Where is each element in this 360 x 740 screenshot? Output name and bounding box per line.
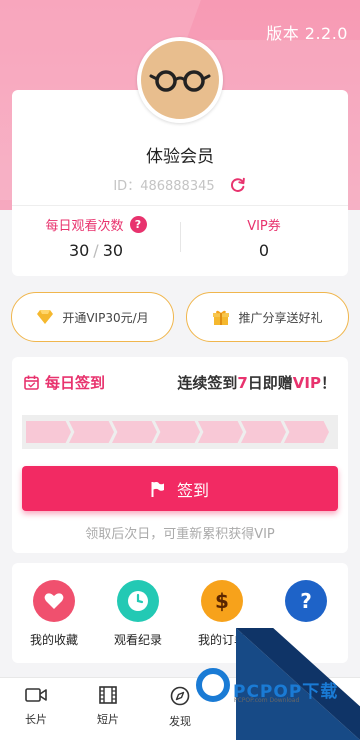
svg-text:?: ? [300,589,312,613]
svg-text:$: $ [215,589,229,613]
open-vip-button[interactable]: 开通VIP30元/月 [11,292,174,342]
diamond-icon [37,310,54,324]
watermark-logo [196,668,230,702]
promo-mid: 日即赠 [247,374,293,392]
progress-step [198,421,243,443]
checkin-title: 每日签到 [24,372,105,393]
flag-icon [151,481,164,497]
daily-views-separator: / [93,241,99,260]
shortcut-label: 观看纪录 [113,633,162,647]
tab-short-videos[interactable]: 短片 [72,686,144,727]
progress-step [241,421,286,443]
progress-step [69,421,114,443]
progress-step [112,421,157,443]
refresh-icon[interactable] [229,176,247,194]
daily-views-used: 30 [68,241,90,260]
clock-icon [117,580,159,622]
progress-step [284,421,329,443]
uid-text: ID：486888345 [113,179,215,194]
promo-prefix: 连续签到 [177,374,238,392]
tab-label: 发现 [169,715,191,728]
vip-ticket-stat[interactable]: VIP券 0 [180,214,348,261]
tab-label: 长片 [25,713,47,726]
checkin-progress [22,415,338,449]
promo-suffix: ！ [320,374,336,392]
uid-row: ID：486888345 [12,175,348,194]
daily-views-label: 每日观看次数 [45,218,124,234]
compass-icon [170,686,190,706]
share-button[interactable]: 推广分享送好礼 [186,292,349,342]
question-icon: ? [285,580,327,622]
divider [12,205,348,206]
dollar-icon: $ [201,580,243,622]
gift-icon [213,310,230,325]
vip-ticket-value: 0 [258,241,270,260]
watermark-subtext: PCPOP.com Download [234,697,300,704]
version-label: 版本 2.2.0 [266,24,348,43]
tab-label: 短片 [97,713,119,726]
daily-views-total: 30 [102,241,124,260]
member-name: 体验会员 [146,147,214,167]
heart-icon [33,580,75,622]
checkin-promo: 连续签到7日即赠VIP！ [177,372,336,393]
shortcut-history[interactable]: 观看纪录 [96,580,180,648]
promo-vip: VIP [292,374,321,392]
shortcut-help[interactable]: ? [264,580,348,631]
open-vip-label: 开通VIP30元/月 [62,310,149,325]
promo-days: 7 [237,374,248,392]
progress-step [155,421,200,443]
video-camera-icon [25,688,47,702]
shortcut-favorites[interactable]: 我的收藏 [12,580,96,648]
vip-ticket-label: VIP券 [247,218,281,234]
calendar-check-icon [24,375,39,390]
checkin-hint: 领取后次日，可重新累积获得VIP [85,527,275,542]
checkin-button-label: 签到 [176,480,209,500]
tab-long-videos[interactable]: 长片 [0,686,72,727]
glasses-icon [149,70,211,92]
shortcut-label: 我的收藏 [29,633,78,647]
daily-views-stat: 每日观看次数 ? 30/30 [12,214,180,260]
share-label: 推广分享送好礼 [238,310,323,325]
checkin-button[interactable]: 签到 [22,466,338,511]
avatar[interactable] [137,37,223,123]
progress-step [26,421,71,443]
checkin-title-text: 每日签到 [45,374,106,392]
help-icon[interactable]: ? [129,215,147,233]
film-strip-icon [99,686,117,704]
